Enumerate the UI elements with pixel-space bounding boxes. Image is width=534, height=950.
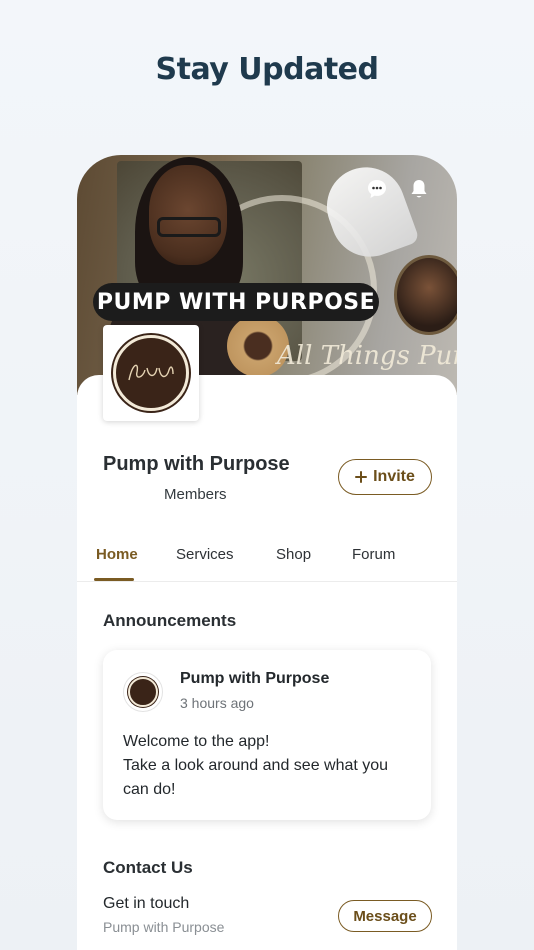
post-timestamp: 3 hours ago <box>180 695 254 711</box>
invite-label: Invite <box>373 468 415 485</box>
avatar <box>123 672 163 712</box>
logo-script-mark <box>128 364 174 381</box>
post-body-line: can do! <box>123 781 176 798</box>
top-actions <box>365 177 431 201</box>
active-tab-indicator <box>94 578 134 581</box>
cover-script-text: All Things Pump <box>277 341 457 371</box>
tab-home[interactable]: Home <box>96 546 138 563</box>
cover-glasses <box>157 217 221 237</box>
post-body-line: Welcome to the app! <box>123 733 270 750</box>
invite-button[interactable]: Invite <box>338 459 432 495</box>
tab-shop[interactable]: Shop <box>276 546 311 563</box>
contact-heading: Get in touch <box>103 895 190 912</box>
plus-icon <box>355 471 368 483</box>
contact-title: Contact Us <box>103 858 193 877</box>
post-body: Welcome to the app! Take a look around a… <box>123 730 423 802</box>
cover-small-portrait <box>394 255 457 335</box>
post-body-line: Take a look around and see what you <box>123 757 389 774</box>
post-author: Pump with Purpose <box>180 670 330 687</box>
tab-bar: Home Services Shop Forum <box>77 538 457 582</box>
announcements-title: Announcements <box>103 611 237 630</box>
more-dots-icon[interactable] <box>365 177 389 201</box>
message-button[interactable]: Message <box>338 900 432 932</box>
cover-face <box>149 165 227 265</box>
group-logo <box>103 325 199 421</box>
tab-services[interactable]: Services <box>176 546 234 563</box>
bell-icon[interactable] <box>407 177 431 201</box>
tab-forum[interactable]: Forum <box>352 546 395 563</box>
phone-screen: All Things Pump PUMP WITH PURPOSE <box>77 155 457 950</box>
members-link[interactable]: Members <box>164 486 227 503</box>
announcement-post[interactable]: Pump with Purpose 3 hours ago Welcome to… <box>103 650 431 820</box>
group-title: Pump with Purpose <box>103 453 290 475</box>
cover-banner: PUMP WITH PURPOSE <box>93 283 379 321</box>
avatar-emblem <box>128 677 158 707</box>
page-headline: Stay Updated <box>155 52 379 87</box>
contact-subtext: Pump with Purpose <box>103 919 225 935</box>
logo-emblem <box>113 335 189 411</box>
